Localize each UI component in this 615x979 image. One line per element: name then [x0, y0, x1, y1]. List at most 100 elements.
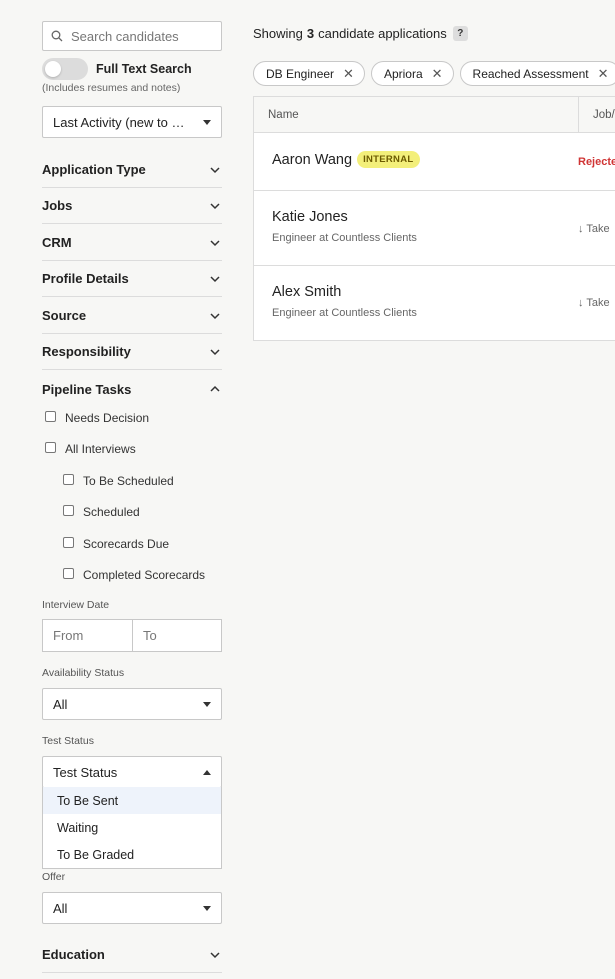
close-icon[interactable]: ✕ — [343, 66, 354, 82]
candidate-name-cell: Katie Jones — [272, 209, 348, 225]
chevron-down-icon — [210, 951, 220, 958]
availability-status-value: All — [53, 696, 68, 712]
test-status-label: Test Status — [42, 735, 94, 747]
chevron-down-icon — [210, 239, 220, 246]
caret-down-icon — [203, 119, 211, 125]
filter-chip[interactable]: Apriora ✕ — [370, 61, 454, 86]
full-text-search-label: Full Text Search — [96, 62, 192, 76]
sort-select[interactable]: Last Activity (new to … — [42, 106, 222, 138]
candidate-name[interactable]: Alex Smith — [272, 284, 341, 300]
column-header-name[interactable]: Name — [254, 109, 299, 121]
section-jobs[interactable]: Jobs — [42, 188, 222, 224]
checkbox[interactable] — [45, 441, 56, 453]
test-status-select[interactable]: Test Status — [42, 756, 222, 788]
candidate-name-cell: Alex Smith — [272, 284, 341, 300]
date-to-input[interactable]: To — [132, 620, 221, 651]
filter-sidebar: Full Text Search (Includes resumes and n… — [42, 21, 222, 973]
section-profile-details[interactable]: Profile Details — [42, 261, 222, 297]
filter-chip-label: Apriora — [383, 66, 423, 81]
application-status: ↓ Take — [578, 223, 610, 235]
candidate-name-cell: Aaron Wang INTERNAL — [272, 151, 420, 168]
showing-prefix: Showing — [253, 26, 303, 41]
table-row[interactable]: Katie Jones Engineer at Countless Client… — [254, 191, 615, 266]
section-title: Source — [42, 308, 87, 323]
section-title: Pipeline Tasks — [42, 381, 132, 397]
option-to-be-sent[interactable]: To Be Sent — [43, 787, 221, 814]
availability-status-label: Availability Status — [42, 667, 125, 679]
table-header: Name Job/ — [254, 97, 615, 133]
help-icon[interactable]: ? — [452, 26, 468, 41]
checkbox[interactable] — [63, 536, 74, 548]
full-text-search-toggle[interactable] — [42, 58, 88, 80]
candidate-name[interactable]: Aaron Wang — [272, 152, 352, 168]
option-waiting[interactable]: Waiting — [43, 814, 221, 841]
checkbox-label: Scorecards Due — [83, 537, 170, 551]
checkbox-needs-decision[interactable]: Needs Decision — [45, 410, 149, 425]
candidates-table: Name Job/ Aaron Wang INTERNAL Rejecte Ka… — [253, 96, 615, 341]
section-title: CRM — [42, 235, 72, 250]
checkbox[interactable] — [45, 410, 56, 422]
table-row[interactable]: Aaron Wang INTERNAL Rejecte — [254, 133, 615, 191]
checkbox-label: To Be Scheduled — [83, 474, 174, 488]
interview-date-range: From To — [42, 619, 222, 652]
caret-up-icon — [203, 769, 211, 775]
section-education[interactable]: Education — [42, 937, 222, 973]
checkbox[interactable] — [63, 504, 74, 516]
chevron-down-icon — [210, 202, 220, 209]
section-title: Profile Details — [42, 271, 129, 286]
checkbox-scorecards-due[interactable]: Scorecards Due — [63, 536, 170, 551]
test-status-options: To Be Sent Waiting To Be Graded — [42, 787, 222, 869]
section-title: Education — [42, 947, 105, 962]
candidate-subtitle: Engineer at Countless Clients — [272, 232, 417, 244]
checkbox-label: Completed Scorecards — [83, 568, 206, 582]
close-icon[interactable]: ✕ — [432, 66, 443, 82]
close-icon[interactable]: ✕ — [598, 66, 609, 82]
search-candidates-field[interactable] — [42, 21, 222, 51]
filter-chip[interactable]: DB Engineer ✕ — [253, 61, 365, 86]
chevron-down-icon — [210, 166, 220, 173]
candidate-name[interactable]: Katie Jones — [272, 209, 348, 225]
chevron-up-icon — [210, 385, 220, 392]
offer-select[interactable]: All — [42, 892, 222, 924]
results-summary: Showing 3 candidate applications ? — [253, 26, 468, 41]
showing-suffix: candidate applications — [318, 26, 447, 41]
section-source[interactable]: Source — [42, 298, 222, 334]
caret-down-icon — [203, 905, 211, 911]
date-from-input[interactable]: From — [43, 620, 132, 651]
interview-date-label: Interview Date — [42, 599, 110, 611]
chevron-down-icon — [210, 312, 220, 319]
section-pipeline-tasks[interactable]: Pipeline Tasks — [42, 371, 222, 407]
application-status: ↓ Take — [578, 297, 610, 309]
checkbox[interactable] — [63, 567, 74, 579]
checkbox-to-be-scheduled[interactable]: To Be Scheduled — [63, 473, 174, 488]
candidate-subtitle: Engineer at Countless Clients — [272, 307, 417, 319]
chevron-down-icon — [210, 275, 220, 282]
sort-select-value: Last Activity (new to … — [53, 114, 185, 130]
column-header-job[interactable]: Job/ — [578, 97, 615, 132]
search-icon — [51, 30, 63, 42]
checkbox[interactable] — [63, 473, 74, 485]
section-title: Application Type — [42, 162, 146, 177]
availability-status-select[interactable]: All — [42, 688, 222, 720]
search-input[interactable] — [71, 28, 211, 44]
caret-down-icon — [203, 701, 211, 707]
checkbox-label: All Interviews — [65, 442, 136, 456]
chevron-down-icon — [210, 348, 220, 355]
filter-chip-label: DB Engineer — [266, 66, 335, 81]
checkbox-scheduled[interactable]: Scheduled — [63, 504, 140, 519]
full-text-search-note: (Includes resumes and notes) — [42, 82, 181, 94]
filter-chip[interactable]: Reached Assessment ✕ — [459, 61, 615, 86]
section-title: Responsibility — [42, 344, 131, 359]
section-title: Jobs — [42, 198, 73, 213]
offer-value: All — [53, 900, 68, 916]
section-application-type[interactable]: Application Type — [42, 152, 222, 188]
filter-chip-label: Reached Assessment — [472, 66, 589, 81]
test-status-value: Test Status — [53, 764, 118, 780]
section-crm[interactable]: CRM — [42, 225, 222, 261]
checkbox-all-interviews[interactable]: All Interviews — [45, 441, 136, 456]
section-responsibility[interactable]: Responsibility — [42, 334, 222, 370]
checkbox-completed-scorecards[interactable]: Completed Scorecards — [63, 567, 206, 582]
option-to-be-graded[interactable]: To Be Graded — [43, 841, 221, 868]
table-row[interactable]: Alex Smith Engineer at Countless Clients… — [254, 266, 615, 340]
internal-badge: INTERNAL — [357, 151, 420, 168]
